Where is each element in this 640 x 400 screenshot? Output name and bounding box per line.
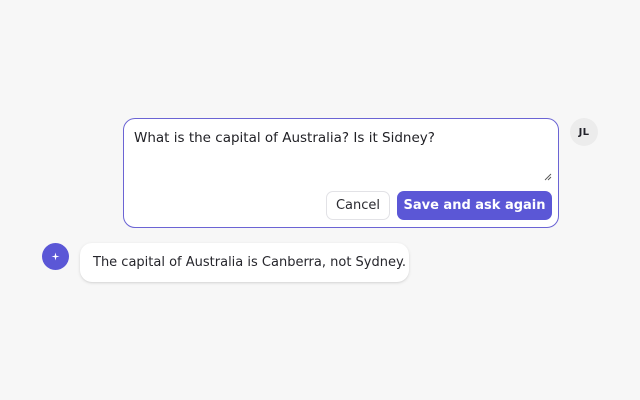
message-edit-card: Cancel Save and ask again <box>123 118 559 228</box>
assistant-message-text: The capital of Australia is Canberra, no… <box>93 255 406 270</box>
cancel-button[interactable]: Cancel <box>326 191 390 220</box>
save-and-ask-again-button[interactable]: Save and ask again <box>397 191 552 220</box>
assistant-message-bubble: The capital of Australia is Canberra, no… <box>80 243 409 282</box>
assistant-avatar <box>42 243 69 270</box>
message-edit-textarea[interactable] <box>134 129 552 181</box>
resize-handle-icon[interactable] <box>544 173 552 181</box>
user-avatar: JL <box>570 118 598 146</box>
sparkle-icon <box>51 252 60 261</box>
